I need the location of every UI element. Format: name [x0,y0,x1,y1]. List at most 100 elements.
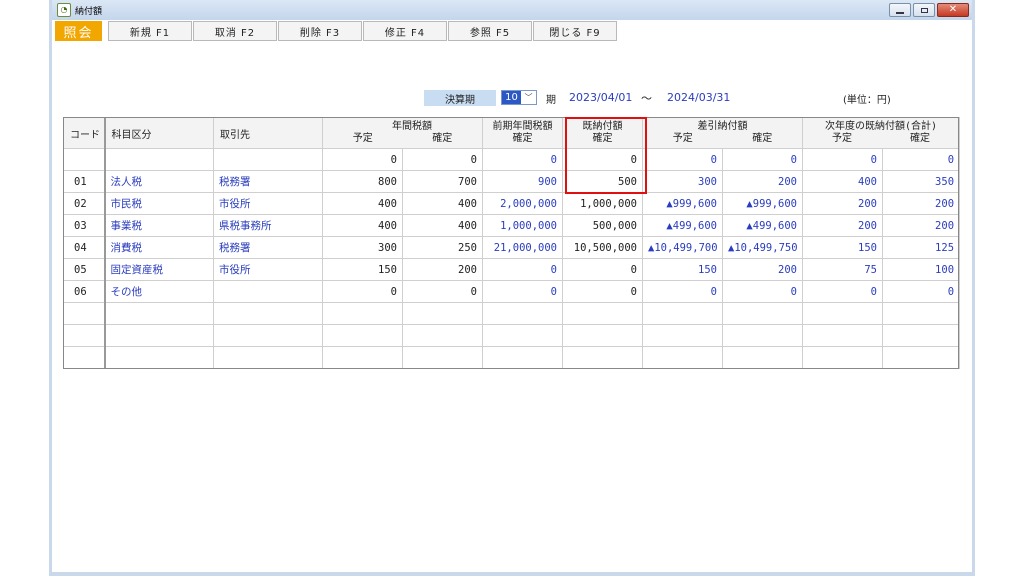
cell-annual-confirm[interactable]: 250 [402,236,483,259]
cell-next-confirm[interactable]: 0 [881,148,961,171]
cell-partner[interactable]: 税務署 [213,170,323,193]
cell-empty[interactable] [722,324,803,347]
cell-partner[interactable] [213,148,323,171]
new-button[interactable]: 新規 F1 [108,21,192,41]
cell-empty[interactable] [802,324,883,347]
cell-next-plan[interactable]: 200 [802,214,883,237]
cell-empty[interactable] [482,324,563,347]
fiscal-period-select[interactable]: 10 ﹀ [501,90,537,105]
table-row[interactable]: 04 消費税 税務署 300 250 21,000,000 10,500,000 ▲10,49… [63,236,961,259]
cell-next-plan[interactable]: 0 [802,280,883,303]
cell-empty[interactable] [63,346,106,369]
cell-diff-plan[interactable]: 0 [642,148,723,171]
cell-partner[interactable]: 市役所 [213,258,323,281]
cell-diff-confirm[interactable]: 200 [722,170,803,193]
cell-next-plan[interactable]: 150 [802,236,883,259]
cell-empty[interactable] [322,346,403,369]
cell-prev-annual[interactable]: 900 [482,170,563,193]
cell-empty[interactable] [322,324,403,347]
cell-empty[interactable] [402,324,483,347]
cell-next-plan[interactable]: 400 [802,170,883,193]
cell-category[interactable]: 市民税 [104,192,214,215]
cell-empty[interactable] [104,302,214,325]
cell-prev-annual[interactable]: 0 [482,280,563,303]
cell-next-plan[interactable]: 200 [802,192,883,215]
table-row[interactable]: 05 固定資産税 市役所 150 200 0 0 150 200 75 100 [63,258,961,281]
cell-category[interactable]: 消費税 [104,236,214,259]
delete-button[interactable]: 削除 F3 [278,21,362,41]
cell-annual-plan[interactable]: 300 [322,236,403,259]
cell-empty[interactable] [482,346,563,369]
cell-code[interactable] [63,148,106,171]
cell-partner[interactable]: 市役所 [213,192,323,215]
cell-next-plan[interactable]: 75 [802,258,883,281]
cell-prev-annual[interactable]: 2,000,000 [482,192,563,215]
maximize-button[interactable] [913,3,935,17]
chevron-down-icon[interactable]: ﹀ [521,91,536,104]
cell-prev-annual[interactable]: 0 [482,148,563,171]
cell-next-confirm[interactable]: 125 [881,236,961,259]
cell-partner[interactable]: 県税事務所 [213,214,323,237]
cell-empty[interactable] [802,302,883,325]
cell-empty[interactable] [642,324,723,347]
cell-partner[interactable]: 税務署 [213,236,323,259]
cell-diff-confirm[interactable]: 0 [722,148,803,171]
cell-empty[interactable] [881,324,961,347]
cell-annual-plan[interactable]: 400 [322,192,403,215]
cell-prev-annual[interactable]: 1,000,000 [482,214,563,237]
cell-prev-annual[interactable]: 21,000,000 [482,236,563,259]
cell-code[interactable]: 05 [63,258,106,281]
cell-annual-plan[interactable]: 150 [322,258,403,281]
cell-next-confirm[interactable]: 350 [881,170,961,193]
empty-row[interactable] [63,302,961,325]
cell-prev-annual[interactable]: 0 [482,258,563,281]
cell-empty[interactable] [562,302,643,325]
cell-paid[interactable]: 0 [562,280,643,303]
cell-empty[interactable] [322,302,403,325]
cell-annual-confirm[interactable]: 400 [402,214,483,237]
cell-empty[interactable] [63,324,106,347]
empty-row[interactable] [63,346,961,369]
cell-empty[interactable] [213,324,323,347]
cell-next-confirm[interactable]: 200 [881,214,961,237]
table-row[interactable]: 00000000 [63,148,961,171]
cell-annual-plan[interactable]: 0 [322,280,403,303]
cell-category[interactable]: 事業税 [104,214,214,237]
cell-paid[interactable]: 0 [562,148,643,171]
cell-annual-confirm[interactable]: 700 [402,170,483,193]
cell-annual-plan[interactable]: 800 [322,170,403,193]
cell-empty[interactable] [104,324,214,347]
cell-category[interactable] [104,148,214,171]
cell-empty[interactable] [642,302,723,325]
cell-annual-confirm[interactable]: 0 [402,148,483,171]
cell-empty[interactable] [722,346,803,369]
cell-empty[interactable] [402,346,483,369]
close-button[interactable]: ✕ [937,3,969,17]
cell-empty[interactable] [482,302,563,325]
cell-empty[interactable] [104,346,214,369]
cell-paid[interactable]: 1,000,000 [562,192,643,215]
cell-code[interactable]: 03 [63,214,106,237]
cell-paid[interactable]: 500 [562,170,643,193]
cell-paid[interactable]: 0 [562,258,643,281]
cell-paid[interactable]: 10,500,000 [562,236,643,259]
cell-diff-plan[interactable]: 300 [642,170,723,193]
cell-empty[interactable] [213,302,323,325]
cell-empty[interactable] [881,302,961,325]
table-row[interactable]: 03 事業税 県税事務所 400 400 1,000,000 500,000 ▲499,600… [63,214,961,237]
empty-row[interactable] [63,324,961,347]
cell-empty[interactable] [402,302,483,325]
cell-code[interactable]: 01 [63,170,106,193]
cell-next-plan[interactable]: 0 [802,148,883,171]
cell-annual-confirm[interactable]: 400 [402,192,483,215]
cell-diff-confirm[interactable]: 200 [722,258,803,281]
table-row[interactable]: 02 市民税 市役所 400 400 2,000,000 1,000,000 ▲999,600… [63,192,961,215]
cell-diff-plan[interactable]: ▲999,600 [642,192,723,215]
cell-diff-confirm[interactable]: 0 [722,280,803,303]
cancel-button[interactable]: 取消 F2 [193,21,277,41]
edit-button[interactable]: 修正 F4 [363,21,447,41]
cell-diff-plan[interactable]: 0 [642,280,723,303]
cell-next-confirm[interactable]: 0 [881,280,961,303]
cell-diff-plan[interactable]: ▲10,499,700 [642,236,723,259]
cell-next-confirm[interactable]: 100 [881,258,961,281]
